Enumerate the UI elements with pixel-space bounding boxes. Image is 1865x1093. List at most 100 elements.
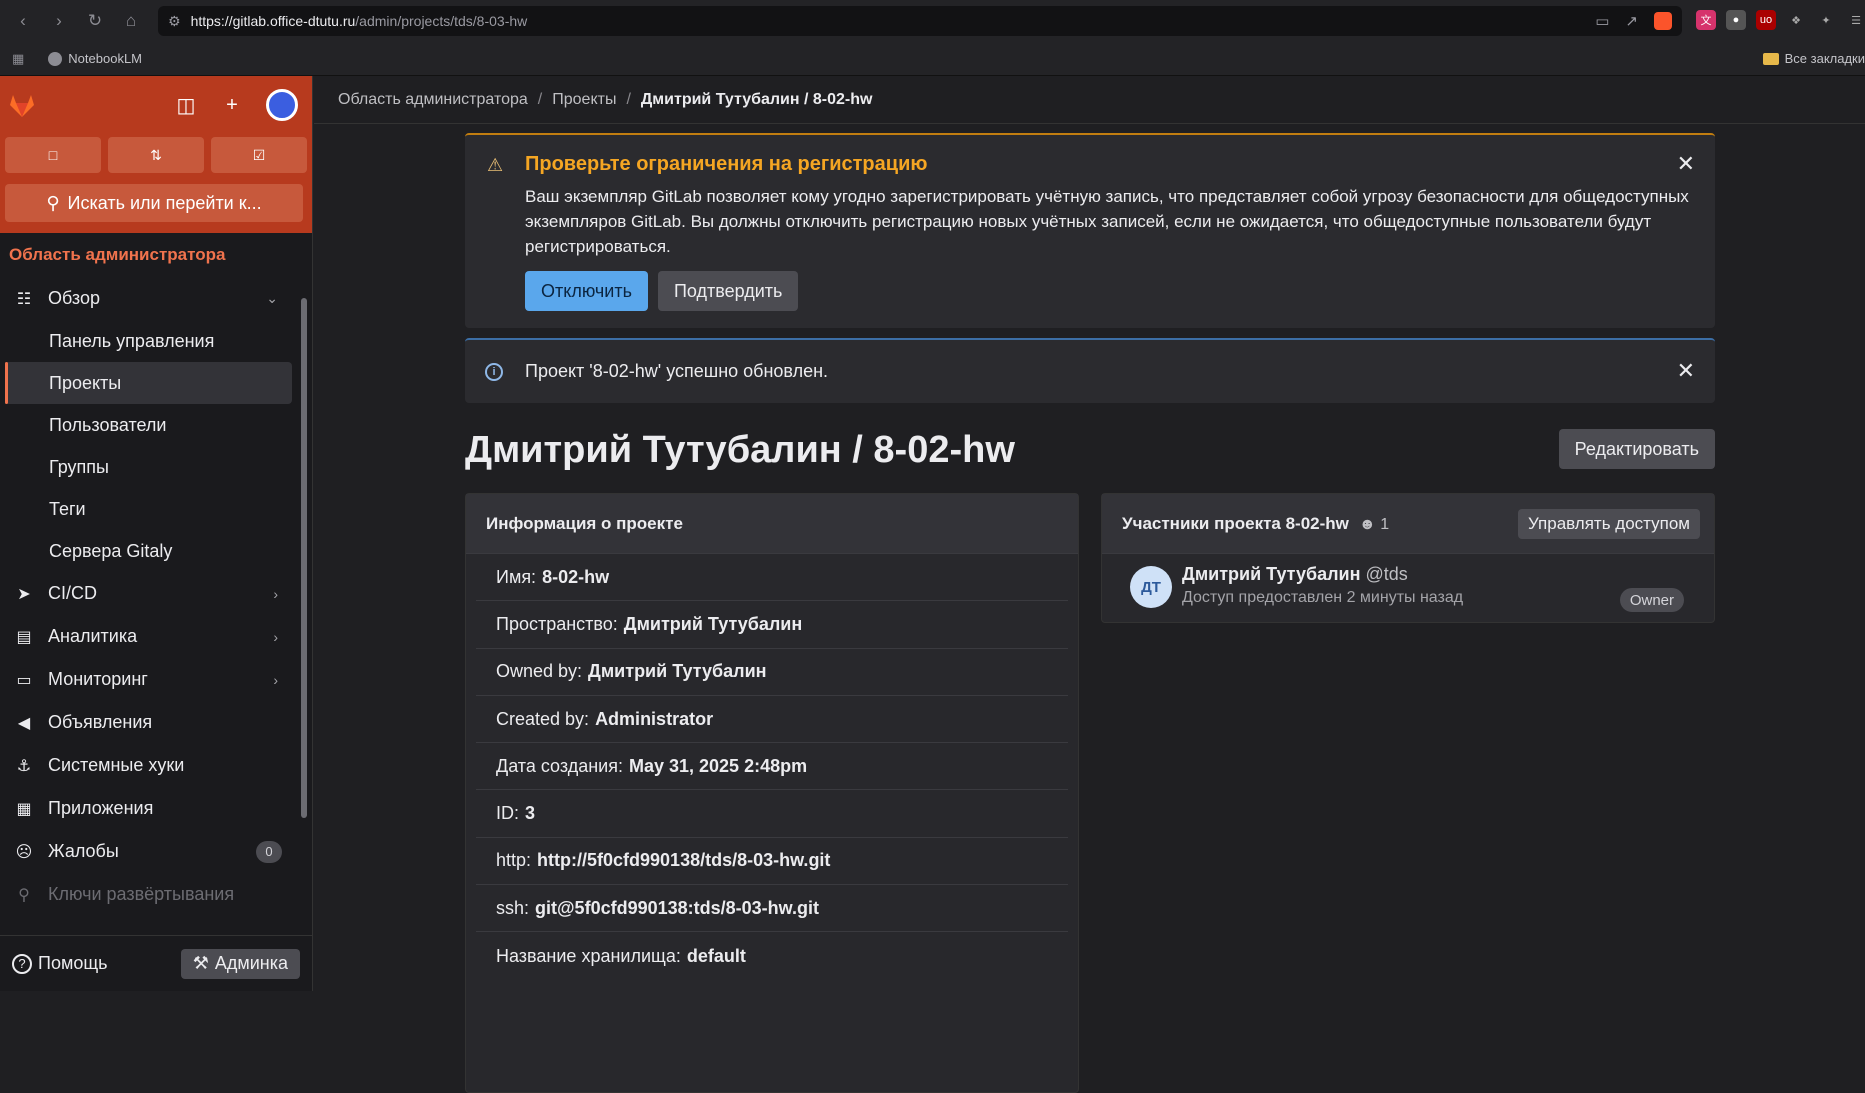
- avatar[interactable]: ДТ: [1130, 566, 1172, 608]
- warning-icon: ⚠: [487, 155, 504, 175]
- folder-icon: [1762, 52, 1779, 65]
- search-button[interactable]: ⚲ Искать или перейти к...: [5, 184, 303, 222]
- url-path: /admin/projects/tds/8-03-hw: [355, 13, 528, 29]
- info-row-namespace: Пространство: Дмитрий Тутубалин: [476, 601, 1068, 649]
- sidebar-item-groups[interactable]: Группы: [0, 446, 312, 488]
- monitor-icon: ▭: [16, 671, 32, 689]
- notebooklm-icon: [48, 51, 63, 66]
- info-row-storage: Название хранилища: default: [496, 945, 746, 966]
- sidebar-footer: ? Помощь ⚒ Админка: [0, 935, 312, 991]
- breadcrumb-projects[interactable]: Проекты: [552, 91, 616, 109]
- wrench-icon: ⚒: [192, 953, 209, 973]
- address-bar[interactable]: ⚙ https://gitlab.office-dtutu.ru/admin/p…: [158, 6, 1682, 36]
- card-header: Участники проекта 8-02-hw ☻ 1 Управлять д…: [1102, 494, 1714, 554]
- ai-icon[interactable]: ✦: [1816, 10, 1836, 30]
- sidebar-item-gitaly[interactable]: Сервера Gitaly: [0, 530, 312, 572]
- translate-extension-icon[interactable]: 文: [1696, 10, 1716, 30]
- sidebar-section-title: Область администратора: [9, 245, 226, 264]
- sidebar-scrollbar[interactable]: [300, 286, 308, 818]
- info-row-http: http: http://5f0cfd990138/tds/8-03-hw.git: [476, 838, 1068, 886]
- puzzle-icon[interactable]: ❖: [1786, 10, 1806, 30]
- info-row-created: Дата создания: May 31, 2025 2:48pm: [476, 743, 1068, 791]
- page-title: Дмитрий Тутубалин / 8-02-hw: [465, 429, 1015, 471]
- search-icon: ⚲: [46, 192, 60, 213]
- site-info-icon[interactable]: ⚙: [168, 13, 181, 30]
- scrollbar-thumb[interactable]: [301, 298, 307, 818]
- alert-title: Проверьте ограничения на регистрацию: [525, 153, 928, 175]
- member-name[interactable]: Дмитрий Тутубалин: [1182, 564, 1360, 584]
- home-icon[interactable]: ⌂: [116, 6, 146, 36]
- all-bookmarks[interactable]: Все закладки: [1762, 51, 1865, 66]
- sidebar-item-deploy-keys[interactable]: ⚲ Ключи развёртывания: [0, 873, 312, 916]
- abuse-icon: ☹: [15, 843, 33, 861]
- sidebar-item-overview[interactable]: ☷ Обзор ⌄: [0, 277, 312, 320]
- sidebar: ◫ + □ ⇅ ☑ ⚲ Искать или перейти к... Обла…: [0, 76, 313, 991]
- user-icon: ☻: [1358, 515, 1376, 533]
- key-icon: ⚲: [18, 886, 30, 904]
- alert-body: Ваш экземпляр GitLab позволяет кому угод…: [525, 187, 1689, 256]
- brave-shield-icon[interactable]: [1654, 12, 1672, 30]
- close-icon[interactable]: ✕: [1677, 358, 1695, 384]
- gitlab-logo-icon[interactable]: [8, 92, 36, 118]
- admin-button[interactable]: ⚒ Админка: [180, 948, 300, 979]
- issues-icon[interactable]: □: [5, 137, 101, 173]
- sidebar-toggle-icon[interactable]: ◫: [174, 93, 198, 117]
- chevron-down-icon: ⌄: [266, 290, 278, 306]
- success-text: Проект '8-02-hw' успешно обновлен.: [525, 361, 829, 381]
- close-icon[interactable]: ✕: [1677, 151, 1695, 177]
- sidebar-item-cicd[interactable]: ➤ CI/CD ›: [0, 572, 312, 615]
- ublock-icon[interactable]: uo: [1756, 10, 1776, 30]
- sidebar-item-dashboard[interactable]: Панель управления: [0, 320, 312, 362]
- sidebar-item-analytics[interactable]: ▤ Аналитика ›: [0, 615, 312, 658]
- forward-icon[interactable]: ›: [44, 6, 74, 36]
- chevron-right-icon: ›: [273, 585, 278, 602]
- disable-signup-button[interactable]: Отключить: [525, 271, 648, 311]
- todo-icon[interactable]: ☑: [211, 137, 307, 173]
- acknowledge-button[interactable]: Подтвердить: [657, 271, 799, 311]
- info-row-id: ID: 3: [476, 790, 1068, 838]
- breadcrumb-admin[interactable]: Область администратора: [338, 91, 528, 109]
- extension-icon[interactable]: ●: [1726, 10, 1746, 30]
- bookmark-notebooklm[interactable]: NotebookLM: [48, 51, 142, 66]
- member-handle: @tds: [1365, 564, 1408, 584]
- sidebar-item-projects[interactable]: Проекты: [5, 362, 292, 404]
- member-item: ДТ Дмитрий Тутубалин @tds Доступ предост…: [1102, 554, 1714, 622]
- edit-button[interactable]: Редактировать: [1558, 429, 1715, 469]
- count-badge: 0: [256, 840, 282, 863]
- info-icon: i: [485, 362, 503, 381]
- anchor-icon: ⚓: [16, 757, 32, 775]
- role-badge: Owner: [1619, 588, 1684, 612]
- cast-icon[interactable]: ▭: [1595, 12, 1609, 30]
- apps-grid-icon[interactable]: ▦: [12, 51, 24, 67]
- reload-icon[interactable]: ↻: [80, 6, 110, 36]
- members-card: Участники проекта 8-02-hw ☻ 1 Управлять д…: [1101, 493, 1715, 623]
- signup-warning-alert: ⚠ Проверьте ограничения на регистрацию В…: [465, 133, 1715, 328]
- info-row-creator: Created by: Administrator: [476, 696, 1068, 744]
- main-content: ⚠ Проверьте ограничения на регистрацию В…: [465, 133, 1715, 1093]
- sidebar-item-hooks[interactable]: ⚓ Системные хуки: [0, 744, 312, 787]
- menu-icon[interactable]: ☰: [1846, 10, 1865, 30]
- help-icon[interactable]: ?: [12, 953, 32, 974]
- breadcrumb-current[interactable]: Дмитрий Тутубалин / 8-02-hw: [641, 91, 873, 109]
- sidebar-header: ◫ + □ ⇅ ☑ ⚲ Искать или перейти к...: [0, 76, 312, 233]
- sidebar-item-monitoring[interactable]: ▭ Мониторинг ›: [0, 658, 312, 701]
- manage-access-button[interactable]: Управлять доступом: [1518, 508, 1700, 539]
- merge-requests-icon[interactable]: ⇅: [108, 137, 204, 173]
- sidebar-item-users[interactable]: Пользователи: [0, 404, 312, 446]
- sidebar-nav: ☷ Обзор ⌄ Панель управления Проекты Поль…: [0, 277, 312, 937]
- sidebar-item-broadcast[interactable]: ◀ Объявления: [0, 701, 312, 744]
- user-avatar[interactable]: [266, 89, 298, 121]
- extensions: 文 ● uo ❖ ✦ ☰: [1696, 10, 1865, 30]
- breadcrumb: Область администратора / Проекты / Дмитр…: [314, 76, 1865, 124]
- share-icon[interactable]: ↗: [1625, 12, 1638, 30]
- sidebar-item-abuse-reports[interactable]: ☹ Жалобы 0: [0, 830, 312, 873]
- apps-icon: ▦: [16, 800, 32, 818]
- create-new-icon[interactable]: +: [220, 93, 244, 117]
- back-icon[interactable]: ‹: [8, 6, 38, 36]
- sidebar-item-topics[interactable]: Теги: [0, 488, 312, 530]
- help-link[interactable]: Помощь: [38, 953, 108, 974]
- info-row-name: Имя: 8-02-hw: [476, 554, 1068, 602]
- chart-icon: ▤: [16, 628, 32, 646]
- info-row-ssh: ssh: git@5f0cfd990138:tds/8-03-hw.git: [476, 885, 1068, 933]
- sidebar-item-applications[interactable]: ▦ Приложения: [0, 787, 312, 830]
